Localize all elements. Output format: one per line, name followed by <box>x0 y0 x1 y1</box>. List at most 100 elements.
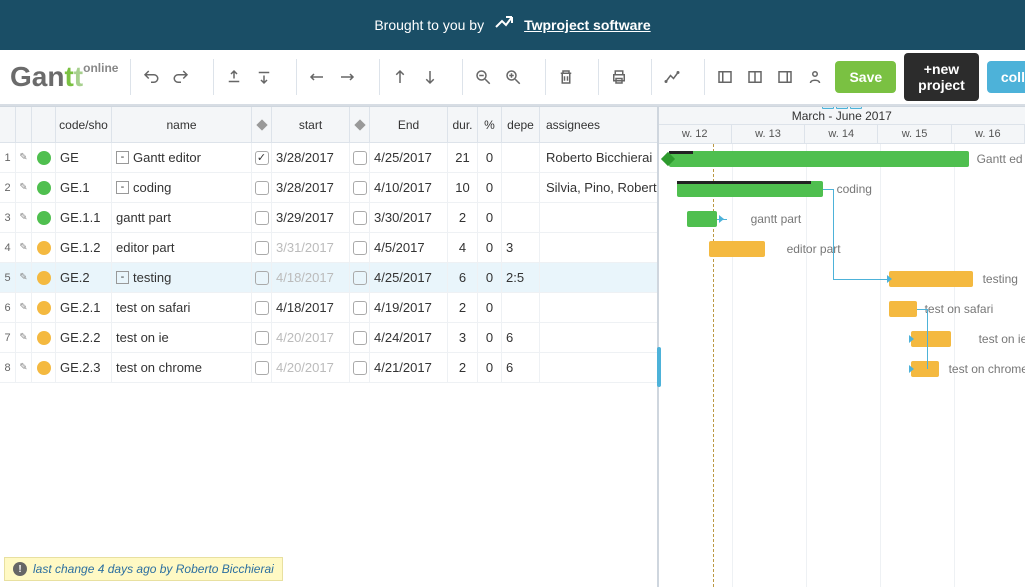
duration-cell[interactable]: 2 <box>448 353 478 382</box>
start-milestone-checkbox[interactable] <box>252 293 272 322</box>
code-cell[interactable]: GE.2 <box>56 263 112 292</box>
insert-above-button[interactable] <box>222 65 246 89</box>
insert-below-button[interactable] <box>252 65 276 89</box>
assignees-cell[interactable] <box>540 233 657 262</box>
resources-button[interactable] <box>803 65 827 89</box>
depends-cell[interactable] <box>502 143 540 172</box>
duration-cell[interactable]: 4 <box>448 233 478 262</box>
percent-cell[interactable]: 0 <box>478 203 502 232</box>
code-cell[interactable]: GE.1.1 <box>56 203 112 232</box>
end-cell[interactable]: 4/10/2017 <box>370 173 448 202</box>
gantt-bar[interactable] <box>709 241 765 257</box>
start-milestone-checkbox[interactable] <box>252 353 272 382</box>
name-cell[interactable]: test on ie <box>112 323 252 352</box>
status-dot[interactable] <box>32 353 56 382</box>
code-cell[interactable]: GE.1 <box>56 173 112 202</box>
table-row[interactable]: 2✎GE.1-coding3/28/20174/10/2017100Silvia… <box>0 173 657 203</box>
duration-cell[interactable]: 6 <box>448 263 478 292</box>
table-row[interactable]: 4✎GE.1.2editor part3/31/20174/5/2017403 <box>0 233 657 263</box>
table-row[interactable]: 5✎GE.2-testing4/18/20174/25/2017602:5 <box>0 263 657 293</box>
start-cell[interactable]: 3/28/2017 <box>272 173 350 202</box>
split-left-button[interactable] <box>713 65 737 89</box>
collaborate-button[interactable]: collaborate <box>987 61 1025 93</box>
end-milestone-checkbox[interactable] <box>350 353 370 382</box>
start-cell[interactable]: 4/18/2017 <box>272 263 350 292</box>
status-dot[interactable] <box>32 293 56 322</box>
start-cell[interactable]: 3/29/2017 <box>272 203 350 232</box>
end-milestone-checkbox[interactable] <box>350 233 370 262</box>
end-milestone-checkbox[interactable] <box>350 293 370 322</box>
split-right-button[interactable] <box>773 65 797 89</box>
gantt-bar[interactable] <box>911 361 939 377</box>
print-button[interactable] <box>607 65 631 89</box>
move-down-button[interactable] <box>418 65 442 89</box>
status-dot[interactable] <box>32 173 56 202</box>
status-dot[interactable] <box>32 143 56 172</box>
start-cell[interactable]: 3/28/2017 <box>272 143 350 172</box>
vertical-split-handle[interactable] <box>657 347 661 387</box>
end-cell[interactable]: 4/25/2017 <box>370 143 448 172</box>
table-row[interactable]: 7✎GE.2.2test on ie4/20/20174/24/2017306 <box>0 323 657 353</box>
code-cell[interactable]: GE.2.3 <box>56 353 112 382</box>
assignees-cell[interactable]: Silvia, Pino, Robert <box>540 173 657 202</box>
name-cell[interactable]: -testing <box>112 263 252 292</box>
status-dot[interactable] <box>32 323 56 352</box>
save-button[interactable]: Save <box>835 61 896 93</box>
duration-cell[interactable]: 2 <box>448 203 478 232</box>
end-cell[interactable]: 4/25/2017 <box>370 263 448 292</box>
depends-cell[interactable] <box>502 173 540 202</box>
edit-row-button[interactable]: ✎ <box>16 143 32 172</box>
depends-cell[interactable]: 6 <box>502 353 540 382</box>
duration-cell[interactable]: 3 <box>448 323 478 352</box>
percent-cell[interactable]: 0 <box>478 263 502 292</box>
split-center-button[interactable] <box>743 65 767 89</box>
name-cell[interactable]: editor part <box>112 233 252 262</box>
percent-cell[interactable]: 0 <box>478 173 502 202</box>
table-row[interactable]: 1✎GE-Gantt editor3/28/20174/25/2017210Ro… <box>0 143 657 173</box>
end-milestone-checkbox[interactable] <box>350 173 370 202</box>
end-milestone-checkbox[interactable] <box>350 323 370 352</box>
end-cell[interactable]: 4/19/2017 <box>370 293 448 322</box>
zoom-in-button[interactable] <box>501 65 525 89</box>
depends-cell[interactable] <box>502 293 540 322</box>
edit-row-button[interactable]: ✎ <box>16 293 32 322</box>
edit-row-button[interactable]: ✎ <box>16 173 32 202</box>
percent-cell[interactable]: 0 <box>478 143 502 172</box>
start-milestone-checkbox[interactable] <box>252 143 272 172</box>
expand-toggle[interactable]: - <box>116 271 129 284</box>
edit-row-button[interactable]: ✎ <box>16 323 32 352</box>
table-row[interactable]: 6✎GE.2.1test on safari4/18/20174/19/2017… <box>0 293 657 323</box>
edit-row-button[interactable]: ✎ <box>16 203 32 232</box>
move-up-button[interactable] <box>388 65 412 89</box>
start-milestone-checkbox[interactable] <box>252 233 272 262</box>
name-cell[interactable]: -coding <box>112 173 252 202</box>
start-milestone-checkbox[interactable] <box>252 203 272 232</box>
redo-button[interactable] <box>169 65 193 89</box>
depends-cell[interactable] <box>502 203 540 232</box>
code-cell[interactable]: GE.2.1 <box>56 293 112 322</box>
assignees-cell[interactable] <box>540 203 657 232</box>
start-milestone-checkbox[interactable] <box>252 323 272 352</box>
code-cell[interactable]: GE.2.2 <box>56 323 112 352</box>
gantt-bar[interactable] <box>669 151 969 167</box>
table-row[interactable]: 3✎GE.1.1gantt part3/29/20173/30/201720 <box>0 203 657 233</box>
name-cell[interactable]: test on chrome <box>112 353 252 382</box>
edit-row-button[interactable]: ✎ <box>16 263 32 292</box>
status-dot[interactable] <box>32 263 56 292</box>
undo-button[interactable] <box>139 65 163 89</box>
depends-cell[interactable]: 2:5 <box>502 263 540 292</box>
depends-cell[interactable]: 3 <box>502 233 540 262</box>
percent-cell[interactable]: 0 <box>478 353 502 382</box>
status-dot[interactable] <box>32 233 56 262</box>
start-cell[interactable]: 4/20/2017 <box>272 353 350 382</box>
edit-row-button[interactable]: ✎ <box>16 353 32 382</box>
gantt-bar[interactable] <box>911 331 951 347</box>
assignees-cell[interactable] <box>540 353 657 382</box>
end-cell[interactable]: 4/5/2017 <box>370 233 448 262</box>
name-cell[interactable]: gantt part <box>112 203 252 232</box>
end-milestone-checkbox[interactable] <box>350 263 370 292</box>
assignees-cell[interactable] <box>540 263 657 292</box>
outdent-button[interactable] <box>305 65 329 89</box>
percent-cell[interactable]: 0 <box>478 323 502 352</box>
percent-cell[interactable]: 0 <box>478 233 502 262</box>
